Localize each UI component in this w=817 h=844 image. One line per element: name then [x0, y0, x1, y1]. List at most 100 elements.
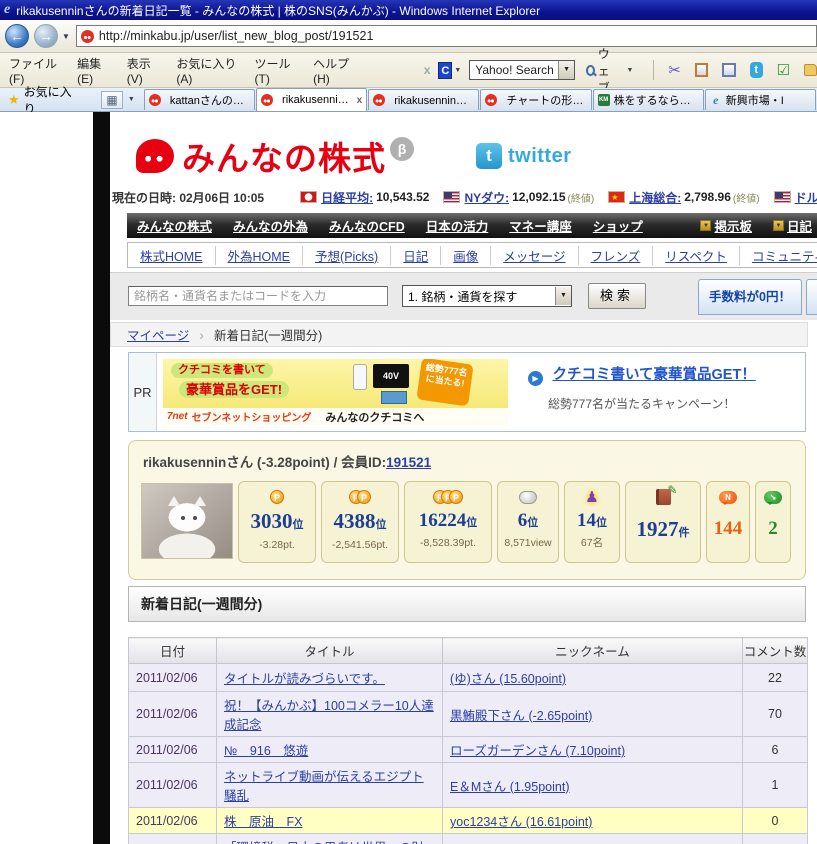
- stat-card-rank-2[interactable]: PP 4388位 -2,541.56pt.: [321, 481, 399, 563]
- nav-dropdown-icon: ▼: [700, 220, 711, 231]
- twitter-logo-icon[interactable]: t: [476, 143, 502, 169]
- pr-campaign-link[interactable]: クチコミ書いて豪華賞品GET！: [552, 367, 755, 383]
- nav-shop[interactable]: ショップ: [593, 216, 643, 235]
- address-bar[interactable]: http://minkabu.jp/user/list_new_blog_pos…: [76, 25, 817, 47]
- subnav-messages[interactable]: メッセージ: [491, 246, 578, 265]
- c-dropdown-icon[interactable]: ▼: [454, 67, 461, 74]
- tab-close-icon[interactable]: x: [357, 95, 363, 106]
- menu-view[interactable]: 表示(V): [118, 51, 168, 90]
- search-category-select[interactable]: 1. 銘柄・通貨を探す ▼: [402, 285, 572, 307]
- yahoo-search-box[interactable]: Yahoo! Search ▼: [469, 60, 575, 80]
- pr-banner-box: PR クチコミを書いて 豪華賞品をGET! 40V 総勢777名に当たる! 7n…: [128, 352, 806, 432]
- nav-board[interactable]: 掲示板: [714, 216, 752, 235]
- subnav-fx-home[interactable]: 外為HOME: [216, 246, 304, 265]
- history-dropdown-icon[interactable]: ▼: [62, 32, 70, 41]
- search-button[interactable]: 検索: [588, 283, 646, 309]
- tab-label: 株をするなら割安...: [614, 92, 699, 108]
- nav-minkabu-fx[interactable]: みんなの外為: [233, 216, 308, 235]
- select-dropdown-icon[interactable]: ▼: [555, 287, 571, 305]
- nikkei-link[interactable]: 日経平均:: [321, 189, 373, 206]
- subnav-respect[interactable]: リスペクト: [653, 246, 740, 265]
- nickname-link[interactable]: yoc1234さん (16.61point): [450, 815, 592, 829]
- tab-rikakusennin-2[interactable]: rikakusenninさん...: [368, 89, 479, 110]
- blog-title-link[interactable]: 株 原油 FX: [224, 815, 302, 829]
- yahoo-search-dropdown-icon[interactable]: ▼: [558, 61, 574, 79]
- breadcrumb-mypage-link[interactable]: マイページ: [127, 325, 189, 344]
- member-id-label: 会員ID:: [341, 455, 386, 470]
- back-button[interactable]: ←: [5, 24, 29, 48]
- subnav-diary[interactable]: 日記: [391, 246, 441, 265]
- subnav-picks[interactable]: 予想(Picks): [303, 246, 391, 265]
- blog-title-link[interactable]: № 916 悠遊: [224, 744, 308, 758]
- nav-minkabu-stock[interactable]: みんなの株式: [137, 216, 212, 235]
- subnav-images[interactable]: 画像: [441, 246, 491, 265]
- cell-date: 2011/02/06: [129, 664, 217, 692]
- zero-fee-promo-tab[interactable]: 手数料が0円！: [698, 279, 802, 315]
- comment-orange-icon: N: [719, 491, 737, 504]
- tab-label: チャートの形から...: [506, 92, 586, 108]
- tab-kabumap[interactable]: KM 株をするなら割安...: [593, 89, 704, 110]
- stat-value: 6: [518, 510, 528, 531]
- avatar[interactable]: [141, 483, 233, 559]
- profile-point: (-3.28point): [257, 455, 330, 470]
- nav-money-course[interactable]: マネー講座: [509, 216, 572, 235]
- minkabu-mascot-icon[interactable]: [136, 139, 174, 173]
- cell-comments: 2: [743, 834, 808, 844]
- window-orange-icon[interactable]: [695, 63, 709, 77]
- twitter-toolbar-icon[interactable]: t: [750, 62, 763, 78]
- nickname-link[interactable]: (ゆ)さん (15.60point): [450, 672, 566, 686]
- member-id-link[interactable]: 191521: [386, 455, 431, 470]
- blog-title-link[interactable]: タイトルが読みづらいです。: [224, 672, 385, 686]
- stat-card-green[interactable]: ↘ 2: [755, 481, 791, 563]
- nav-diary[interactable]: 日記: [787, 216, 812, 235]
- menu-help[interactable]: ヘルプ(H): [304, 51, 364, 90]
- scissors-icon[interactable]: ✂: [668, 61, 681, 79]
- subnav-friends[interactable]: フレンズ: [579, 246, 654, 265]
- stat-card-pageviews[interactable]: 6位 8,571view: [497, 481, 559, 563]
- nav-minkabu-cfd[interactable]: みんなのCFD: [329, 216, 405, 235]
- stat-card-diary-count[interactable]: ✎ 1927件: [625, 481, 701, 563]
- toolbar-close-icon[interactable]: x: [424, 63, 431, 77]
- stat-card-rank-total[interactable]: P 3030位 -3.28pt.: [238, 481, 316, 563]
- promo-tab-cutoff[interactable]: 理: [806, 279, 817, 315]
- stat-card-comments[interactable]: N 144: [706, 481, 750, 563]
- table-row: 2011/02/06 № 916 悠遊 ローズガーデンさん (7.10point…: [129, 737, 808, 763]
- stock-search-input[interactable]: [128, 286, 388, 306]
- blog-title-link[interactable]: ネットライブ動画が伝えるエジプト騒乱: [224, 770, 424, 803]
- tab-kattan[interactable]: kattanさんの日...: [144, 89, 255, 110]
- blog-title-link[interactable]: 祝！【みんかぶ】100コメラー10人達成記念: [224, 699, 434, 732]
- subnav-stock-home[interactable]: 株式HOME: [128, 246, 216, 265]
- web-search-dropdown-icon[interactable]: ▼: [627, 67, 634, 74]
- menu-favorites[interactable]: お気に入り(A): [167, 51, 245, 90]
- folder-icon[interactable]: [804, 64, 817, 76]
- dollar-link[interactable]: ドル: [795, 189, 817, 206]
- nickname-link[interactable]: ローズガーデンさん (7.10point): [450, 744, 625, 758]
- c-toolbar-icon[interactable]: C: [438, 62, 452, 79]
- forward-button[interactable]: →: [34, 24, 58, 48]
- shanghai-link[interactable]: 上海総合:: [629, 189, 681, 206]
- site-logo[interactable]: みんなの株式: [182, 132, 386, 180]
- menu-tools[interactable]: ツール(T): [246, 51, 305, 90]
- window-gray-icon[interactable]: [722, 63, 736, 77]
- tab-rikakusennin-active[interactable]: rikakusennin... x: [256, 88, 367, 111]
- stat-card-respect[interactable]: ♟ 14位 67名: [564, 481, 620, 563]
- checkbox-icon[interactable]: ☑: [777, 61, 790, 79]
- cell-comments: 0: [743, 808, 808, 834]
- stat-card-rank-3[interactable]: PPP 16224位 -8,528.39pt.: [404, 481, 492, 563]
- twitter-wordmark[interactable]: twitter: [508, 145, 572, 168]
- quick-tabs-button[interactable]: ▦: [101, 91, 123, 109]
- subnav-community[interactable]: コミュニティ: [740, 246, 817, 265]
- tab-list-dropdown-icon[interactable]: ▼: [123, 92, 140, 107]
- nav-diary-group[interactable]: ▼ 日記: [773, 216, 812, 235]
- nickname-link[interactable]: E＆Mさん (1.95point): [450, 780, 569, 794]
- tab-shinko[interactable]: e 新興市場・I: [705, 89, 816, 110]
- banner-tv-image: 40V: [373, 364, 409, 388]
- nav-board-group[interactable]: ▼ 掲示板: [700, 216, 752, 235]
- nav-japan-vitality[interactable]: 日本の活力: [426, 216, 489, 235]
- table-row: 2011/02/06 ネットライブ動画が伝えるエジプト騒乱 E＆Mさん (1.9…: [129, 763, 808, 808]
- nydow-link[interactable]: NYダウ:: [464, 189, 509, 206]
- nikkei-value: 10,543.52: [376, 190, 429, 204]
- pr-banner-image[interactable]: クチコミを書いて 豪華賞品をGET! 40V 総勢777名に当たる! 7net …: [163, 359, 508, 425]
- nickname-link[interactable]: 黒鮪殿下さん (-2.65point): [450, 709, 592, 723]
- tab-chart[interactable]: チャートの形から...: [480, 89, 591, 110]
